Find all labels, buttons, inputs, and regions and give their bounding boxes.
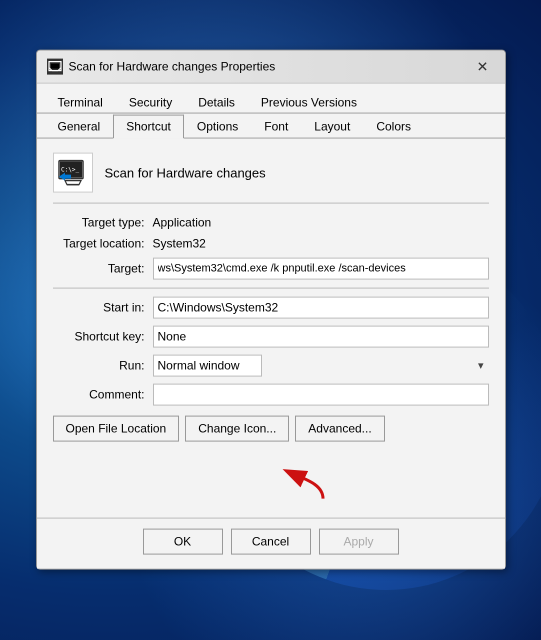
shortcut-key-label: Shortcut key: <box>53 330 153 344</box>
target-type-value: Application <box>153 216 212 230</box>
run-select-wrapper: Normal window Minimized Maximized <box>153 355 489 377</box>
shortcut-key-input[interactable] <box>153 326 489 348</box>
tab-layout[interactable]: Layout <box>301 115 363 139</box>
tab-security[interactable]: Security <box>116 91 185 114</box>
app-header: C:\>_ Scan for Hardware changes <box>53 153 489 204</box>
tab-details[interactable]: Details <box>185 91 248 114</box>
form-section: Target type: Application Target location… <box>53 216 489 406</box>
divider1 <box>53 288 489 289</box>
ok-button[interactable]: OK <box>143 529 223 555</box>
tabs-row2: General Shortcut Options Font Layout Col… <box>37 114 505 139</box>
bottom-buttons: Open File Location Change Icon... Advanc… <box>53 416 489 442</box>
target-type-label: Target type: <box>53 216 153 230</box>
run-label: Run: <box>53 359 153 373</box>
footer-buttons: OK Cancel Apply <box>37 518 505 569</box>
arrow-icon <box>253 454 353 504</box>
advanced-button[interactable]: Advanced... <box>295 416 384 442</box>
svg-text:C:\>_: C:\>_ <box>61 167 79 174</box>
tabs-row1: Terminal Security Details Previous Versi… <box>37 84 505 114</box>
tab-shortcut[interactable]: Shortcut <box>113 115 184 139</box>
tab-previous-versions[interactable]: Previous Versions <box>248 91 370 114</box>
comment-input[interactable] <box>153 384 489 406</box>
tab-general[interactable]: General <box>45 115 114 139</box>
app-icon-box: C:\>_ <box>53 153 93 193</box>
app-name: Scan for Hardware changes <box>105 165 266 180</box>
tab-terminal[interactable]: Terminal <box>45 91 116 114</box>
target-location-value: System32 <box>153 237 206 251</box>
start-in-label: Start in: <box>53 301 153 315</box>
dialog-body: C:\>_ Scan for Hardware changes Target t… <box>37 139 505 518</box>
target-label: Target: <box>53 262 153 276</box>
tab-options[interactable]: Options <box>184 115 251 139</box>
open-file-location-button[interactable]: Open File Location <box>53 416 180 442</box>
tab-font[interactable]: Font <box>251 115 301 139</box>
comment-row: Comment: <box>53 384 489 406</box>
tab-colors[interactable]: Colors <box>363 115 424 139</box>
target-location-label: Target location: <box>53 237 153 251</box>
target-input[interactable] <box>153 258 489 280</box>
title-bar-left: Scan for Hardware changes Properties <box>47 59 276 75</box>
close-button[interactable]: ✕ <box>471 57 495 77</box>
run-select[interactable]: Normal window Minimized Maximized <box>153 355 262 377</box>
comment-label: Comment: <box>53 388 153 402</box>
target-location-row: Target location: System32 <box>53 237 489 251</box>
target-row: Target: <box>53 258 489 280</box>
start-in-row: Start in: <box>53 297 489 319</box>
start-in-input[interactable] <box>153 297 489 319</box>
change-icon-button[interactable]: Change Icon... <box>185 416 289 442</box>
shortcut-key-row: Shortcut key: <box>53 326 489 348</box>
arrow-annotation <box>53 454 489 504</box>
cancel-button[interactable]: Cancel <box>231 529 311 555</box>
dialog-title: Scan for Hardware changes Properties <box>69 60 276 74</box>
run-row: Run: Normal window Minimized Maximized <box>53 355 489 377</box>
dialog-icon <box>47 59 63 75</box>
apply-button[interactable]: Apply <box>319 529 399 555</box>
title-bar: Scan for Hardware changes Properties ✕ <box>37 51 505 84</box>
target-type-row: Target type: Application <box>53 216 489 230</box>
properties-dialog: Scan for Hardware changes Properties ✕ T… <box>36 50 506 570</box>
